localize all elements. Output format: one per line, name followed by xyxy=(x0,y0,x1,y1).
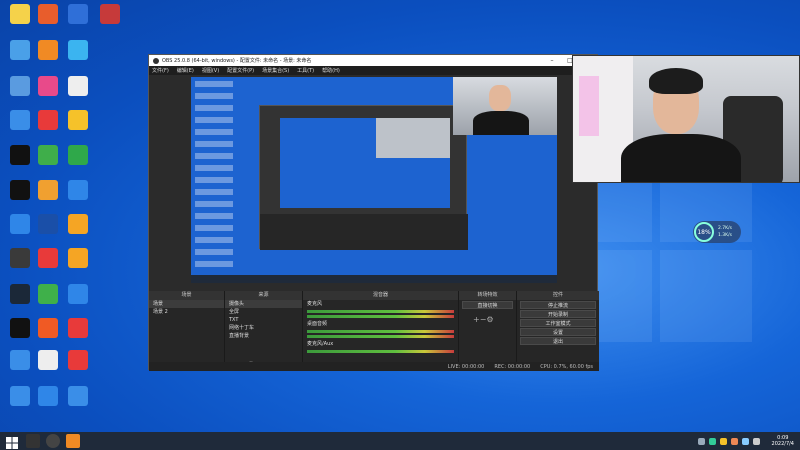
scene-item[interactable]: 场景 2 xyxy=(149,308,224,316)
obs-window-title: OBS 25.0.8 (64-bit, windows) - 配置文件: 未命名… xyxy=(162,58,312,64)
tray-icon[interactable] xyxy=(708,437,716,445)
preview-nested-obs xyxy=(259,105,468,250)
audio-meter xyxy=(307,330,454,333)
desktop-icon[interactable] xyxy=(58,180,98,202)
tray-icon[interactable] xyxy=(697,437,705,445)
desktop-icon[interactable] xyxy=(58,248,98,270)
studio-mode-button[interactable]: 工作室模式 xyxy=(520,319,596,327)
system-tray: 0:09 2022/7/4 xyxy=(697,435,800,447)
transition-controls[interactable]: +−⚙ xyxy=(459,315,516,324)
taskbar: 0:09 2022/7/4 xyxy=(0,432,800,450)
tray-icon[interactable] xyxy=(730,437,738,445)
mixer-dock: 混音器 麦克风 桌面音频 麦克风/Aux xyxy=(303,291,459,371)
audio-meter xyxy=(307,335,454,338)
transitions-header: 转场特效 xyxy=(459,291,516,300)
mixer-track-label: 麦克风 xyxy=(307,301,323,307)
preview-taskbar xyxy=(191,275,557,283)
obs-menu-bar: 文件(F) 编辑(E) 视图(V) 配置文件(P) 场景集合(S) 工具(T) … xyxy=(149,66,597,75)
scenes-header: 场景 xyxy=(149,291,224,300)
mixer-track-label: 麦克风/Aux xyxy=(307,341,334,347)
controls-header: 控件 xyxy=(517,291,599,300)
preview-desktop-icons xyxy=(191,77,241,283)
start-icon[interactable] xyxy=(6,434,20,449)
tray-icon[interactable] xyxy=(719,437,727,445)
obs-preview-canvas[interactable] xyxy=(191,77,557,283)
menu-scene-collection[interactable]: 场景集合(S) xyxy=(262,67,289,74)
download-speed: 1.3K/s xyxy=(718,233,732,238)
live-timer: LIVE: 00:00:00 xyxy=(447,363,485,370)
audio-meter xyxy=(307,310,454,313)
desktop-icon[interactable] xyxy=(58,76,98,98)
menu-tools[interactable]: 工具(T) xyxy=(297,67,314,74)
rec-timer: REC: 00:00:00 xyxy=(494,363,531,370)
minimize-icon[interactable]: – xyxy=(543,57,561,64)
scene-item[interactable]: 场景 xyxy=(149,300,224,308)
obs-docks: 场景 场景 场景 2 +−∧∨ 来源 摄像头 全屏 TXT 网络十丁车 直播背景… xyxy=(149,291,599,371)
start-recording-button[interactable]: 开始录制 xyxy=(520,310,596,318)
obs-app-icon xyxy=(153,57,159,64)
clock-date: 2022/7/4 xyxy=(771,441,794,447)
stop-streaming-button[interactable]: 停止推流 xyxy=(520,301,596,309)
desktop-icon[interactable] xyxy=(58,40,98,62)
audio-meter xyxy=(307,350,454,353)
audio-meter xyxy=(307,315,454,318)
desktop-icon[interactable] xyxy=(58,110,98,132)
menu-edit[interactable]: 编辑(E) xyxy=(177,67,194,74)
upload-speed: 2.7K/s xyxy=(718,226,732,231)
desktop-icon[interactable] xyxy=(58,386,98,408)
desktop-icon[interactable] xyxy=(58,145,98,167)
sources-dock: 来源 摄像头 全屏 TXT 网络十丁车 直播背景 +−⚙∧∨ xyxy=(225,291,303,371)
exit-button[interactable]: 退出 xyxy=(520,337,596,345)
sources-header: 来源 xyxy=(225,291,302,300)
transition-select[interactable]: 直接切换 xyxy=(462,301,513,309)
transitions-dock: 转场特效 直接切换 +−⚙ xyxy=(459,291,517,371)
taskbar-app-icon[interactable] xyxy=(26,434,40,448)
webcam-window[interactable] xyxy=(572,55,800,183)
source-item[interactable]: 直播背景 xyxy=(225,332,302,340)
controls-dock: 控件 停止推流 开始录制 工作室模式 设置 退出 xyxy=(517,291,599,371)
preview-webcam xyxy=(453,77,557,135)
tray-icon[interactable] xyxy=(741,437,749,445)
source-item[interactable]: 网络十丁车 xyxy=(225,324,302,332)
menu-file[interactable]: 文件(F) xyxy=(152,67,169,74)
speaker-icon[interactable] xyxy=(752,437,760,445)
scenes-dock: 场景 场景 场景 2 +−∧∨ xyxy=(149,291,225,371)
obs-window[interactable]: OBS 25.0.8 (64-bit, windows) - 配置文件: 未命名… xyxy=(148,54,599,371)
cpu-fps: CPU: 0.7%, 60.00 fps xyxy=(540,363,593,370)
desktop-icon[interactable] xyxy=(58,284,98,306)
source-item[interactable]: 摄像头 xyxy=(225,300,302,308)
taskbar-clock[interactable]: 0:09 2022/7/4 xyxy=(772,435,794,447)
source-item[interactable]: TXT xyxy=(225,316,302,324)
settings-button[interactable]: 设置 xyxy=(520,328,596,336)
taskbar-app-icon[interactable] xyxy=(66,434,80,448)
obs-status-bar: LIVE: 00:00:00 REC: 00:00:00 CPU: 0.7%, … xyxy=(149,362,599,371)
cpu-usage-ring: 18% xyxy=(694,222,714,242)
desktop-icon[interactable] xyxy=(58,318,98,340)
menu-view[interactable]: 视图(V) xyxy=(202,67,219,74)
desktop-icon[interactable] xyxy=(58,350,98,372)
menu-help[interactable]: 帮助(H) xyxy=(322,67,340,74)
source-item[interactable]: 全屏 xyxy=(225,308,302,316)
menu-profile[interactable]: 配置文件(P) xyxy=(227,67,254,74)
desktop-icon[interactable] xyxy=(90,4,130,26)
network-monitor-widget[interactable]: 18% 2.7K/s 1.3K/s xyxy=(693,221,741,243)
mixer-track-label: 桌面音频 xyxy=(307,321,328,327)
obs-title-bar[interactable]: OBS 25.0.8 (64-bit, windows) - 配置文件: 未命名… xyxy=(149,55,597,66)
desktop-icon[interactable] xyxy=(58,214,98,236)
mixer-header: 混音器 xyxy=(303,291,458,300)
obs-taskbar-icon[interactable] xyxy=(46,434,60,448)
